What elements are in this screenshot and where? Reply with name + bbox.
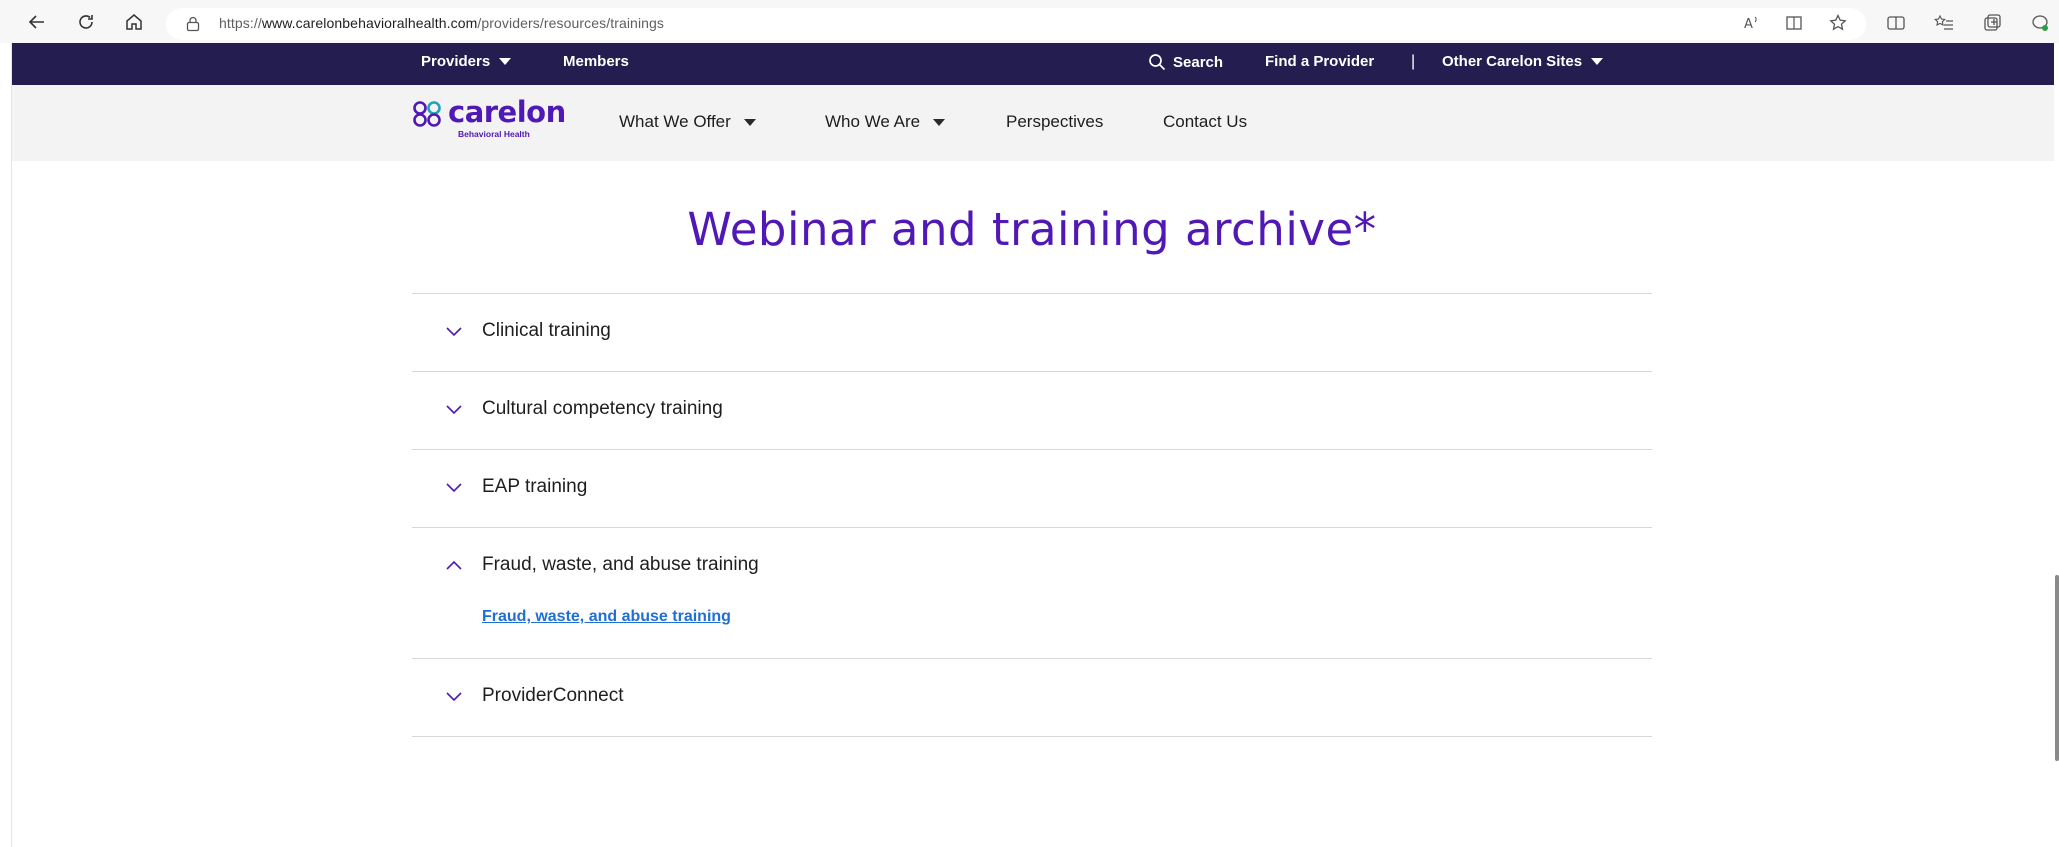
- svg-text:A: A: [1744, 17, 1753, 32]
- nav-contact-us-label: Contact Us: [1163, 112, 1248, 131]
- favorite-star-icon[interactable]: [1828, 13, 1848, 33]
- caret-down-icon: [1591, 58, 1604, 65]
- split-screen-icon[interactable]: [1886, 13, 1906, 33]
- refresh-icon[interactable]: [73, 9, 99, 35]
- browser-toolbar: https://www.carelonbehavioralhealth.com/…: [0, 0, 2059, 43]
- chevron-up-icon: [445, 559, 463, 571]
- favorites-list-icon[interactable]: [1933, 13, 1954, 33]
- accordion-label: Fraud, waste, and abuse training: [482, 554, 759, 575]
- providers-menu-label: Providers: [421, 53, 491, 70]
- accordion-label: Cultural competency training: [482, 398, 723, 419]
- address-bar[interactable]: https://www.carelonbehavioralhealth.com/…: [166, 8, 1866, 40]
- accordion-item-cultural: Cultural competency training: [412, 372, 1652, 450]
- accordion-header[interactable]: Fraud, waste, and abuse training: [412, 528, 1652, 605]
- other-sites-menu[interactable]: Other Carelon Sites: [1442, 53, 1604, 70]
- accordion-body: Fraud, waste, and abuse training: [412, 605, 1652, 658]
- fraud-training-link[interactable]: Fraud, waste, and abuse training: [482, 608, 731, 626]
- utility-bar: Providers Members Search Find a Provider…: [12, 43, 2054, 85]
- address-url[interactable]: https://www.carelonbehavioralhealth.com/…: [219, 15, 664, 31]
- nav-what-we-offer[interactable]: What We Offer: [619, 112, 756, 132]
- accordion-label: ProviderConnect: [482, 685, 624, 706]
- main-navigation: carelon Behavioral Health What We Offer …: [12, 85, 2054, 161]
- nav-who-we-are[interactable]: Who We Are: [825, 112, 946, 132]
- back-icon[interactable]: [24, 9, 50, 35]
- read-aloud-icon[interactable]: A: [1742, 13, 1762, 33]
- caret-down-icon: [933, 118, 946, 126]
- chevron-down-icon: [445, 690, 463, 702]
- url-host: www.carelonbehavioralhealth.com: [261, 15, 478, 31]
- other-sites-label: Other Carelon Sites: [1442, 53, 1583, 70]
- url-prefix: https://: [219, 15, 262, 31]
- accordion-item-clinical: Clinical training: [412, 294, 1652, 372]
- logo-subtitle: Behavioral Health: [458, 129, 530, 139]
- nav-contact-us[interactable]: Contact Us: [1163, 112, 1247, 132]
- caret-down-icon: [499, 58, 512, 65]
- page-scrollbar[interactable]: [2053, 43, 2059, 847]
- accordion-item-eap: EAP training: [412, 450, 1652, 528]
- members-link[interactable]: Members: [563, 53, 629, 70]
- carelon-logo[interactable]: carelon Behavioral Health: [412, 95, 566, 140]
- collections-icon[interactable]: [1982, 13, 2002, 33]
- accordion-label: Clinical training: [482, 320, 611, 341]
- accordion-header[interactable]: Cultural competency training: [412, 372, 1652, 449]
- search-button[interactable]: Search: [1148, 53, 1223, 71]
- chevron-down-icon: [445, 403, 463, 415]
- page-title: Webinar and training archive*: [687, 203, 1377, 256]
- accordion-label: EAP training: [482, 476, 588, 497]
- chevron-down-icon: [445, 325, 463, 337]
- nav-perspectives[interactable]: Perspectives: [1006, 112, 1103, 132]
- logo-mark-icon: [413, 101, 441, 127]
- accordion-header[interactable]: ProviderConnect: [412, 659, 1652, 736]
- nav-what-we-offer-label: What We Offer: [619, 112, 731, 131]
- search-label: Search: [1173, 53, 1224, 71]
- nav-who-we-are-label: Who We Are: [825, 112, 921, 131]
- browser-essentials-icon[interactable]: [2030, 13, 2050, 33]
- search-icon: [1149, 54, 1166, 71]
- training-accordion: Clinical training Cultural competency tr…: [412, 293, 1652, 737]
- utility-separator: |: [1411, 53, 1416, 70]
- immersive-reader-icon[interactable]: [1785, 13, 1805, 33]
- nav-perspectives-label: Perspectives: [1006, 112, 1104, 131]
- accordion-item-providerconnect: ProviderConnect: [412, 659, 1652, 737]
- caret-down-icon: [743, 118, 756, 126]
- chevron-down-icon: [445, 481, 463, 493]
- scrollbar-thumb[interactable]: [2055, 575, 2059, 761]
- url-path: /providers/resources/trainings: [477, 15, 665, 31]
- providers-menu[interactable]: Providers: [421, 53, 512, 70]
- website-viewport: Providers Members Search Find a Provider…: [11, 43, 2054, 847]
- find-provider-link[interactable]: Find a Provider: [1265, 53, 1374, 70]
- accordion-header[interactable]: EAP training: [412, 450, 1652, 527]
- accordion-item-fraud: Fraud, waste, and abuse training Fraud, …: [412, 528, 1652, 659]
- find-provider-label: Find a Provider: [1265, 53, 1375, 70]
- lock-icon[interactable]: [184, 15, 202, 33]
- logo-wordmark: carelon: [448, 95, 566, 129]
- home-icon[interactable]: [121, 9, 147, 35]
- members-link-label: Members: [563, 53, 629, 70]
- accordion-header[interactable]: Clinical training: [412, 294, 1652, 371]
